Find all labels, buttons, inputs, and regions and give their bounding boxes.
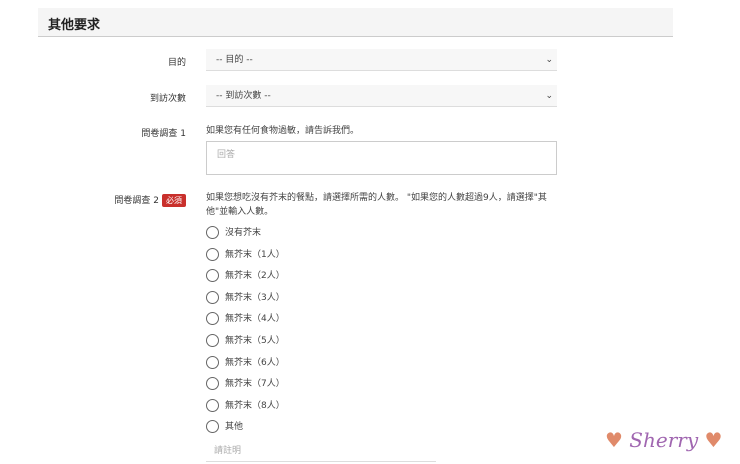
radio-option[interactable]: 無芥末（8人） bbox=[206, 398, 285, 413]
radio-option[interactable]: 無芥末（4人） bbox=[206, 312, 285, 326]
section-header: 其他要求 bbox=[38, 8, 673, 37]
q1-question: 如果您有任何食物過敏，請告訴我們。 bbox=[206, 126, 360, 136]
radio-option[interactable]: 其他 bbox=[206, 420, 243, 434]
section-title: 其他要求 bbox=[48, 18, 101, 33]
chevron-down-icon: ⌄ bbox=[545, 55, 553, 65]
radio-circle-icon[interactable] bbox=[206, 334, 219, 347]
radio-label: 無芥末（4人） bbox=[225, 314, 285, 325]
radio-option[interactable]: 無芥末（1人） bbox=[206, 247, 285, 262]
radio-circle-icon[interactable] bbox=[206, 269, 219, 283]
radio-label: 無芥末（7人） bbox=[225, 379, 285, 390]
radio-option[interactable]: 無芥末（6人） bbox=[206, 355, 285, 370]
radio-label: 無芥末（1人） bbox=[225, 249, 285, 260]
purpose-label: 目的 bbox=[167, 58, 186, 68]
radio-label: 其他 bbox=[225, 422, 244, 433]
radio-option[interactable]: 無芥末（5人） bbox=[206, 334, 285, 348]
other-input[interactable]: 請註明 bbox=[206, 440, 436, 462]
radio-circle-icon[interactable] bbox=[206, 398, 219, 412]
radio-option[interactable]: 無芥末（7人） bbox=[206, 377, 285, 391]
visits-select[interactable]: -- 到訪次數 -- ⌄ bbox=[206, 85, 557, 107]
radio-circle-icon[interactable] bbox=[206, 420, 219, 434]
visits-label: 到訪次數 bbox=[149, 94, 186, 104]
q1-label: 問卷調查 1 bbox=[141, 129, 186, 139]
heart-icon: ♥ bbox=[704, 428, 723, 452]
chevron-down-icon: ⌄ bbox=[545, 91, 553, 101]
q1-placeholder: 回答 bbox=[217, 150, 236, 160]
radio-label: 無芥末（5人） bbox=[225, 336, 285, 346]
required-badge: 必須 bbox=[162, 194, 186, 207]
q2-label: 問卷調查 2 必須 bbox=[114, 193, 186, 207]
radio-circle-icon[interactable] bbox=[206, 377, 219, 391]
radio-circle-icon[interactable] bbox=[206, 355, 219, 369]
signature-watermark: ♥ Sherry ♥ bbox=[605, 428, 722, 452]
visits-value: -- 到訪次數 -- bbox=[216, 91, 271, 101]
other-placeholder: 請註明 bbox=[214, 446, 242, 456]
radio-circle-icon[interactable] bbox=[206, 290, 219, 304]
radio-option[interactable]: 無芥末（2人） bbox=[206, 269, 285, 283]
radio-option[interactable]: 沒有芥末 bbox=[206, 226, 261, 240]
radio-option[interactable]: 無芥末（3人） bbox=[206, 290, 285, 305]
radio-circle-icon[interactable] bbox=[206, 226, 219, 239]
radio-label: 沒有芥末 bbox=[225, 228, 262, 238]
radio-label: 無芥末（6人） bbox=[225, 357, 285, 368]
heart-icon: ♥ bbox=[605, 428, 623, 452]
signature-text: Sherry bbox=[629, 428, 699, 452]
q2-label-text: 問卷調查 2 bbox=[114, 196, 159, 206]
purpose-value: -- 目的 -- bbox=[216, 55, 253, 65]
radio-label: 無芥末（3人） bbox=[225, 292, 285, 303]
radio-circle-icon[interactable] bbox=[206, 247, 219, 261]
q1-answer-textarea[interactable]: 回答 bbox=[206, 141, 557, 175]
radio-label: 無芥末（8人） bbox=[225, 400, 285, 411]
radio-circle-icon[interactable] bbox=[206, 312, 219, 326]
purpose-select[interactable]: -- 目的 -- ⌄ bbox=[206, 49, 557, 71]
q2-question: 如果您想吃沒有芥末的餐點，請選擇所需的人數。 "如果您的人數超過9人，請選擇"其… bbox=[206, 193, 547, 217]
radio-label: 無芥末（2人） bbox=[225, 271, 285, 282]
